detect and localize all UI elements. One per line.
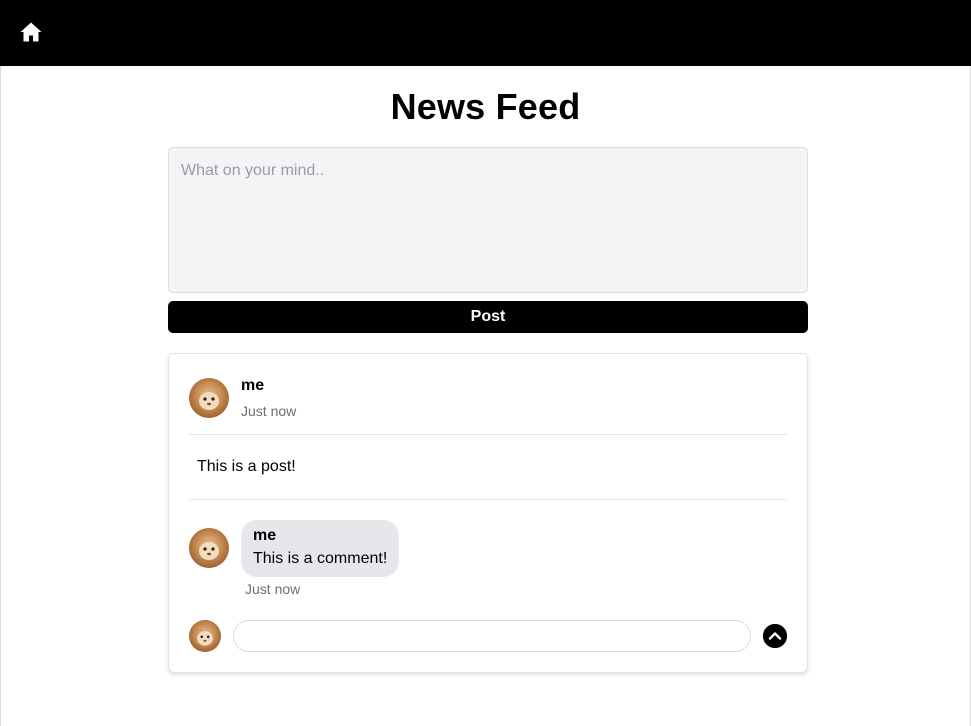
page-title: News Feed — [390, 86, 581, 127]
home-icon[interactable] — [19, 20, 43, 44]
divider — [189, 499, 787, 500]
page-border-left — [0, 66, 1, 726]
chevron-up-icon — [763, 624, 787, 648]
comment-text: This is a comment! — [253, 550, 388, 567]
comment-author[interactable]: me — [253, 527, 387, 545]
current-user-avatar — [189, 620, 221, 652]
divider — [189, 434, 787, 435]
post-timestamp: Just now — [241, 403, 297, 419]
send-comment-button[interactable] — [763, 624, 787, 648]
post-card: me Just now This is a post! me This is a… — [168, 353, 808, 673]
post-body: This is a post! — [197, 458, 296, 475]
post-author[interactable]: me — [241, 377, 264, 395]
post-button[interactable]: Post — [168, 301, 808, 333]
post-composer-input[interactable] — [168, 147, 808, 293]
avatar[interactable] — [189, 378, 229, 418]
comment-input[interactable] — [233, 620, 751, 652]
comment-timestamp: Just now — [245, 581, 301, 597]
comment-avatar[interactable] — [189, 528, 229, 568]
comment-bubble: me This is a comment! — [241, 520, 400, 577]
top-nav-bar — [0, 0, 971, 66]
